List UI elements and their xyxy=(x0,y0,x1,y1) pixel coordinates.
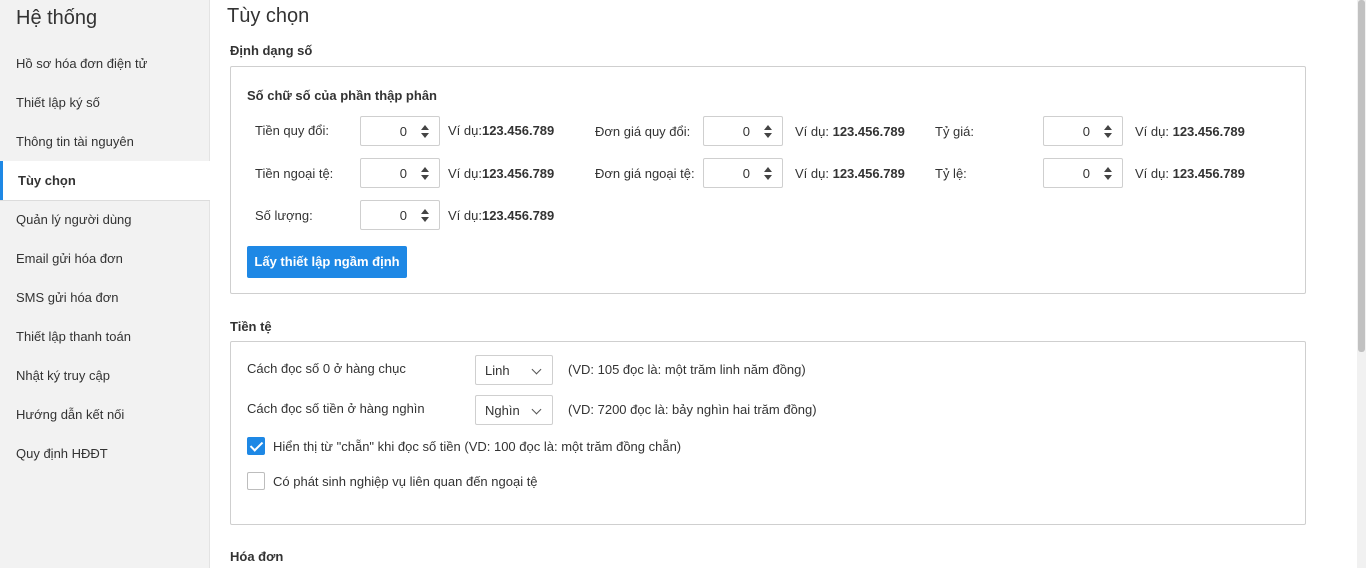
foreign-amount-example: Ví dụ:123.456.789 xyxy=(448,166,555,181)
sidebar-title: Hệ thống xyxy=(16,7,98,29)
ratio-label: Tỷ lệ: xyxy=(935,166,967,181)
select-value: Nghìn xyxy=(485,403,520,418)
sidebar-item-payment-settings[interactable]: Thiết lập thanh toán xyxy=(0,317,210,356)
quantity-example: Ví dụ:123.456.789 xyxy=(448,208,555,223)
stepper-value: 0 xyxy=(742,124,750,139)
sidebar-item-signature-settings[interactable]: Thiết lập ký số xyxy=(0,83,210,122)
sidebar-item-invoice-sms[interactable]: SMS gửi hóa đơn xyxy=(0,278,210,317)
chevron-down-icon xyxy=(531,404,542,415)
sidebar-item-connection-guide[interactable]: Hướng dẫn kết nối xyxy=(0,395,210,434)
scrollbar-thumb[interactable] xyxy=(1358,0,1365,352)
sidebar-item-resource-info[interactable]: Thông tin tài nguyên xyxy=(0,122,210,161)
stepper-value: 0 xyxy=(399,208,407,223)
select-value: Linh xyxy=(485,363,510,378)
stepper-value: 0 xyxy=(1082,124,1090,139)
zero-tens-reading-select[interactable]: Linh xyxy=(475,355,553,385)
exchange-rate-example: Ví dụ: 123.456.789 xyxy=(1135,124,1245,139)
foreign-unit-price-label: Đơn giá ngoại tệ: xyxy=(595,166,695,181)
stepper-arrows-icon[interactable] xyxy=(420,167,430,181)
stepper-value: 0 xyxy=(1082,166,1090,181)
foreign-ops-checkbox[interactable] xyxy=(247,472,265,490)
thousands-reading-label: Cách đọc số tiền ở hàng nghìn xyxy=(247,401,425,416)
converted-unit-price-label: Đơn giá quy đổi: xyxy=(595,124,691,139)
stepper-arrows-icon[interactable] xyxy=(763,125,773,139)
show-chan-label[interactable]: Hiển thị từ "chẵn" khi đọc số tiền (VD: … xyxy=(273,439,681,454)
stepper-arrows-icon[interactable] xyxy=(763,167,773,181)
zero-tens-reading-label: Cách đọc số 0 ở hàng chục xyxy=(247,361,406,376)
section-invoice-label: Hóa đơn xyxy=(230,549,284,564)
converted-unit-price-stepper[interactable]: 0 xyxy=(703,116,783,146)
foreign-amount-stepper[interactable]: 0 xyxy=(360,158,440,188)
chevron-down-icon xyxy=(531,364,542,375)
thousands-reading-select[interactable]: Nghìn xyxy=(475,395,553,425)
page-title: Tùy chọn xyxy=(227,5,310,27)
sidebar-item-options[interactable]: Tùy chọn xyxy=(0,161,210,200)
zero-tens-reading-hint: (VD: 105 đọc là: một trăm linh năm đồng) xyxy=(568,362,806,377)
show-chan-checkbox[interactable] xyxy=(247,437,265,455)
stepper-arrows-icon[interactable] xyxy=(1103,167,1113,181)
stepper-value: 0 xyxy=(399,166,407,181)
sidebar-item-user-management[interactable]: Quản lý người dùng xyxy=(0,200,210,239)
stepper-arrows-icon[interactable] xyxy=(420,209,430,223)
ratio-example: Ví dụ: 123.456.789 xyxy=(1135,166,1245,181)
foreign-amount-label: Tiền ngoại tệ: xyxy=(255,166,334,181)
decimal-digits-title: Số chữ số của phần thập phân xyxy=(247,88,437,103)
sidebar-item-einvoice-rules[interactable]: Quy định HĐĐT xyxy=(0,434,210,473)
foreign-unit-price-example: Ví dụ: 123.456.789 xyxy=(795,166,905,181)
sidebar: Hệ thống Hồ sơ hóa đơn điện tử Thiết lập… xyxy=(0,0,210,568)
exchange-rate-label: Tỷ giá: xyxy=(935,124,975,139)
stepper-value: 0 xyxy=(399,124,407,139)
foreign-ops-label[interactable]: Có phát sinh nghiệp vụ liên quan đến ngo… xyxy=(273,474,538,489)
sidebar-item-access-log[interactable]: Nhật ký truy cập xyxy=(0,356,210,395)
converted-unit-price-example: Ví dụ: 123.456.789 xyxy=(795,124,905,139)
converted-amount-stepper[interactable]: 0 xyxy=(360,116,440,146)
quantity-stepper[interactable]: 0 xyxy=(360,200,440,230)
quantity-label: Số lượng: xyxy=(255,208,313,223)
converted-amount-example: Ví dụ:123.456.789 xyxy=(448,123,555,138)
sidebar-item-invoice-email[interactable]: Email gửi hóa đơn xyxy=(0,239,210,278)
converted-amount-label: Tiền quy đổi: xyxy=(255,123,329,138)
foreign-unit-price-stepper[interactable]: 0 xyxy=(703,158,783,188)
section-number-format-label: Định dạng số xyxy=(230,43,313,58)
get-default-settings-button[interactable]: Lấy thiết lập ngầm định xyxy=(247,246,407,278)
section-currency-label: Tiền tệ xyxy=(230,319,272,334)
stepper-arrows-icon[interactable] xyxy=(420,125,430,139)
stepper-value: 0 xyxy=(742,166,750,181)
exchange-rate-stepper[interactable]: 0 xyxy=(1043,116,1123,146)
vertical-scrollbar[interactable] xyxy=(1357,0,1366,568)
ratio-stepper[interactable]: 0 xyxy=(1043,158,1123,188)
stepper-arrows-icon[interactable] xyxy=(1103,125,1113,139)
thousands-reading-hint: (VD: 7200 đọc là: bảy nghìn hai trăm đồn… xyxy=(568,402,817,417)
sidebar-item-invoice-profile[interactable]: Hồ sơ hóa đơn điện tử xyxy=(0,44,210,83)
